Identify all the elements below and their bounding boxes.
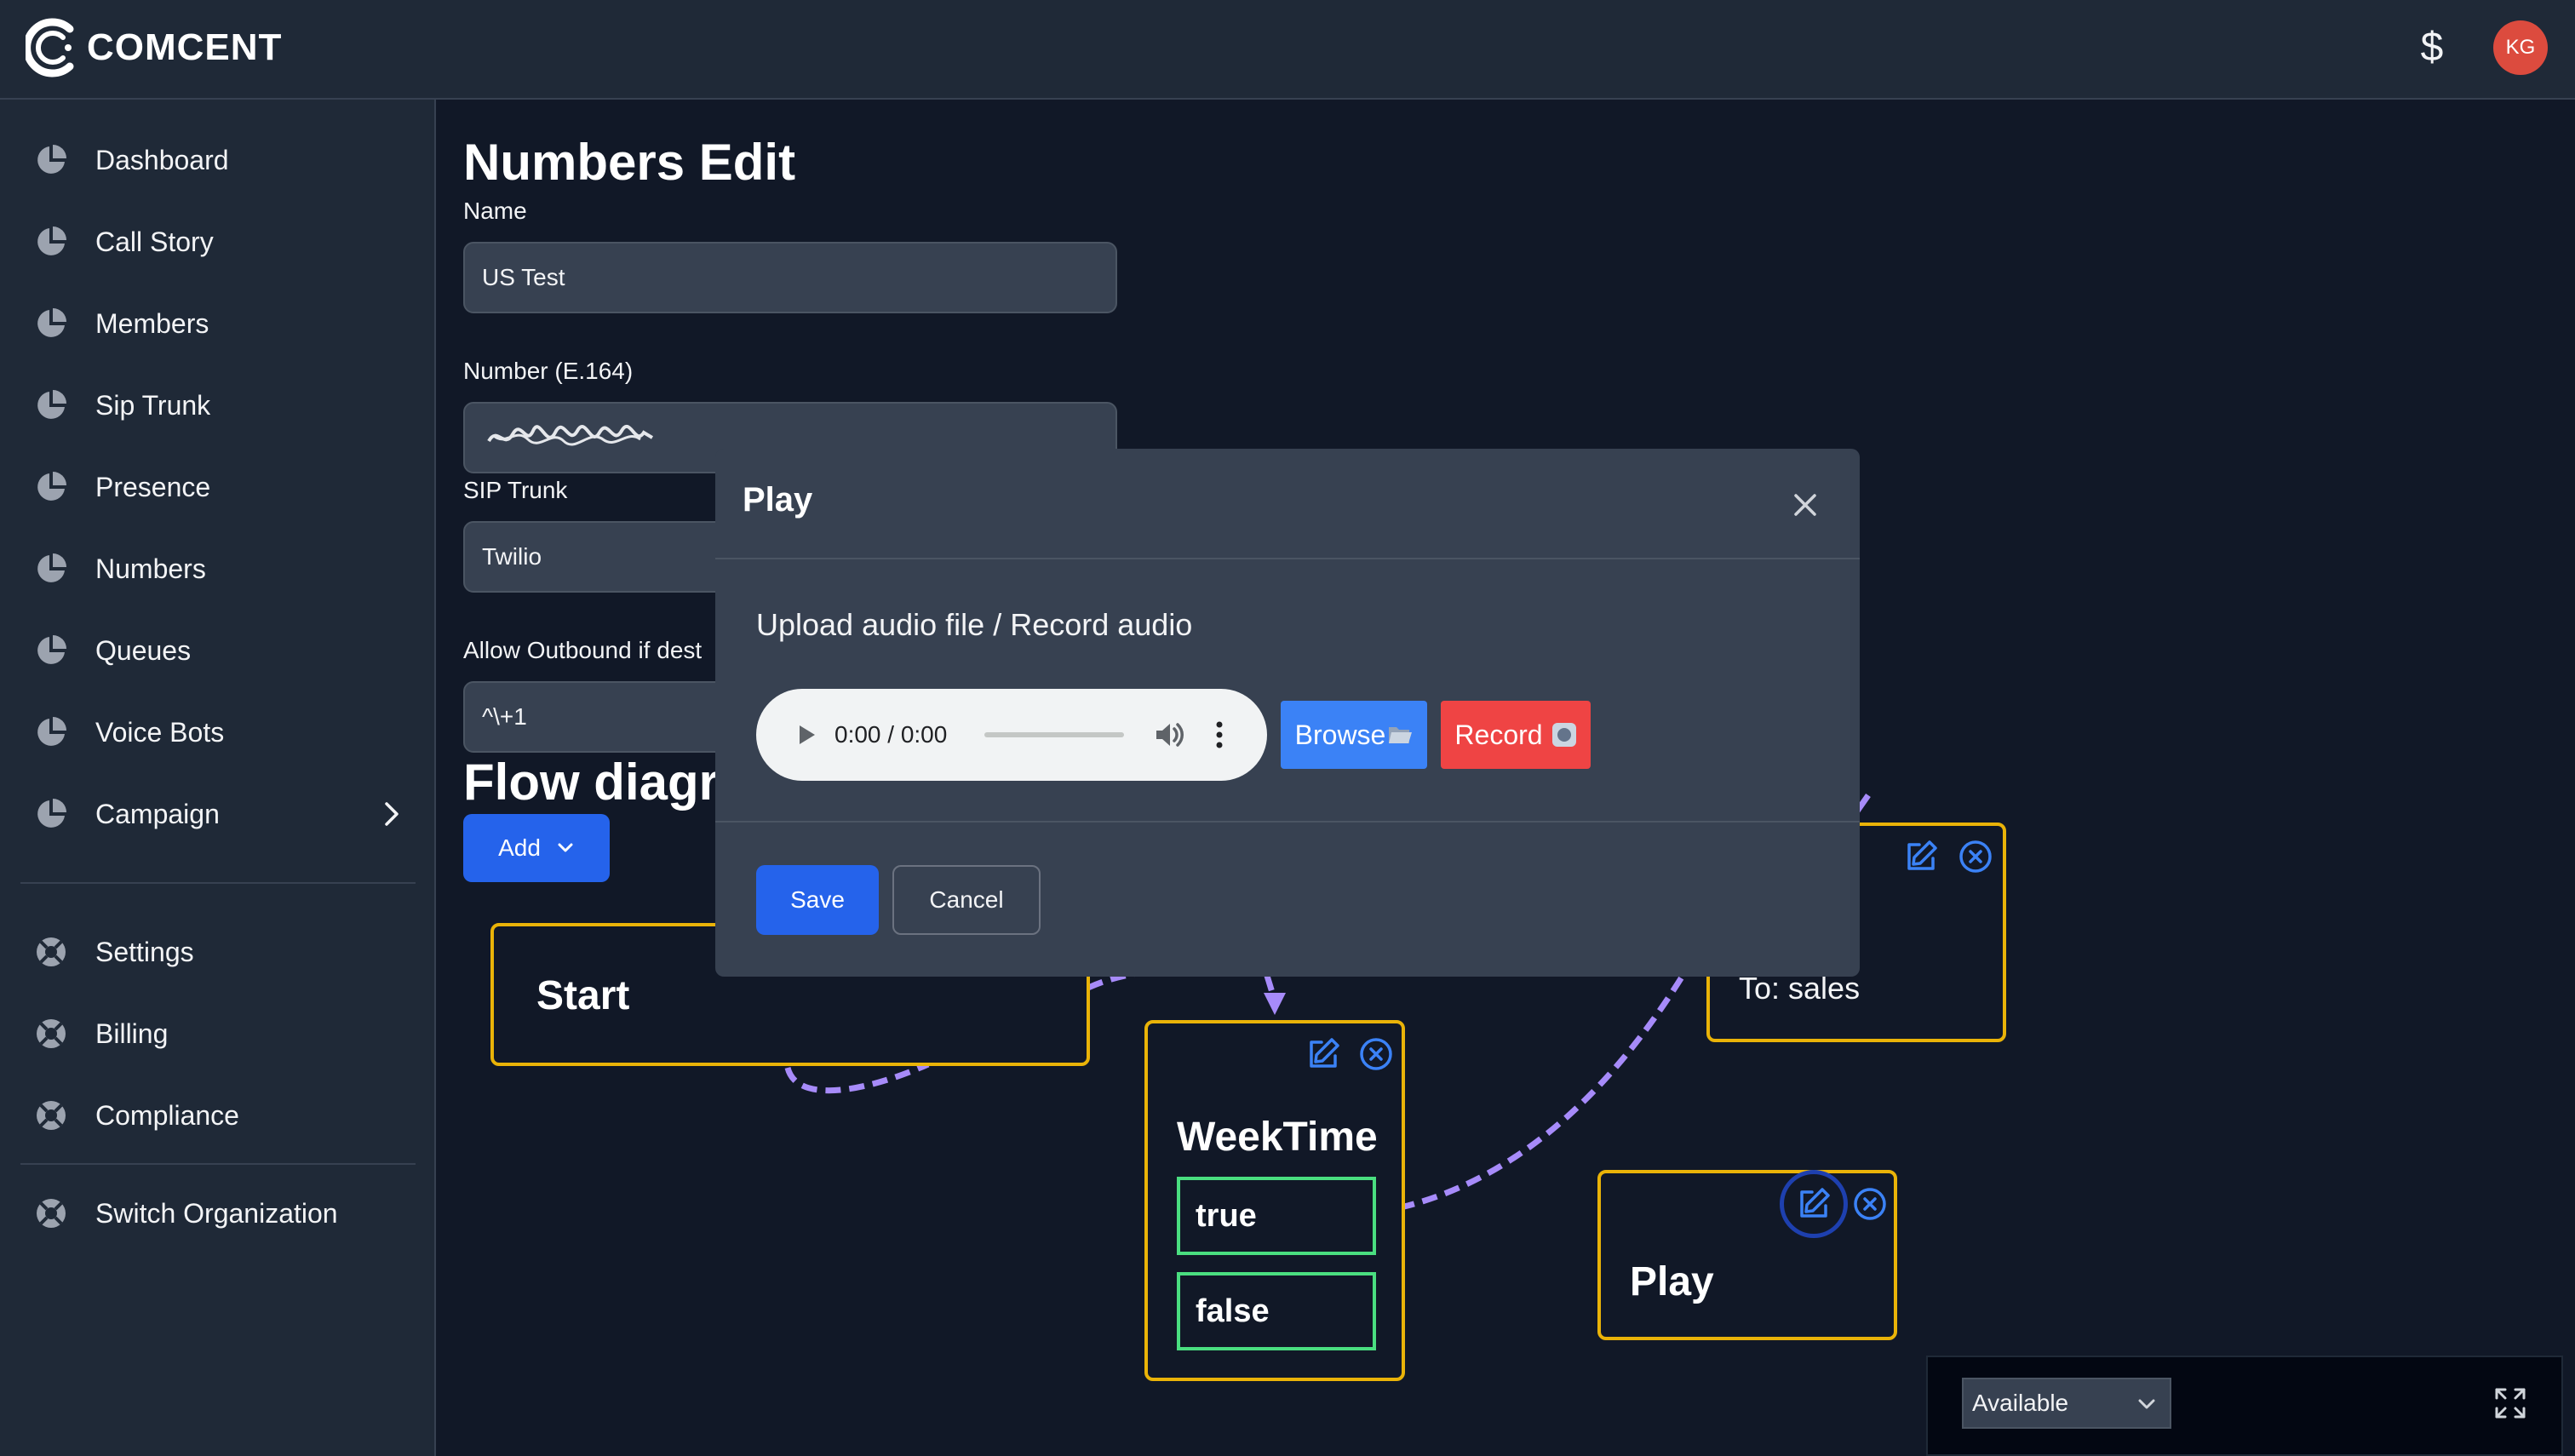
sidebar-item-call-story[interactable]: Call Story (34, 215, 409, 269)
modal-subtitle: Upload audio file / Record audio (756, 607, 1193, 642)
sip-trunk-label: SIP Trunk (463, 477, 568, 503)
agent-status-panel: Available (1926, 1356, 2563, 1456)
availability-select[interactable]: Available (1962, 1378, 2171, 1429)
sidebar-item-label: Switch Organization (95, 1197, 338, 1229)
browse-button-label: Browse (1294, 719, 1386, 750)
sidebar-item-queues[interactable]: Queues (34, 623, 409, 678)
redacted-number-scribble (487, 424, 654, 446)
sidebar-item-label: Call Story (95, 226, 214, 257)
sidebar-item-label: Sip Trunk (95, 389, 211, 421)
audio-seek-bar[interactable] (984, 732, 1124, 737)
expand-icon[interactable] (2493, 1386, 2527, 1420)
sidebar-item-voice-bots[interactable]: Voice Bots (34, 705, 409, 760)
pie-chart-icon (37, 145, 66, 174)
sidebar-item-label: Billing (95, 1017, 169, 1049)
browse-button[interactable]: Browse (1281, 701, 1427, 769)
sidebar-item-sip-trunk[interactable]: Sip Trunk (34, 378, 409, 433)
sidebar-item-presence[interactable]: Presence (34, 460, 409, 514)
dollar-icon[interactable]: $ (2415, 20, 2449, 75)
pie-chart-icon (37, 226, 66, 255)
record-button[interactable]: Record (1441, 701, 1591, 769)
lifebuoy-icon (37, 1019, 66, 1048)
node-title: WeekTime (1177, 1115, 1378, 1160)
sidebar-item-members[interactable]: Members (34, 296, 409, 351)
avatar[interactable]: KG (2493, 20, 2548, 75)
pie-chart-icon (37, 799, 66, 828)
close-icon[interactable] (1788, 488, 1822, 522)
sidebar-item-label: Dashboard (95, 144, 229, 175)
flow-node-play[interactable]: Play (1597, 1170, 1897, 1340)
sidebar-item-dashboard[interactable]: Dashboard (34, 133, 409, 187)
node-title: Start (536, 973, 630, 1018)
sidebar-item-label: Campaign (95, 798, 220, 829)
close-circle-icon[interactable] (1957, 838, 1994, 875)
sidebar-item-label: Compliance (95, 1099, 239, 1131)
sidebar: Dashboard Call Story Members Sip Trunk P… (0, 100, 436, 1456)
brand-name: COMCENT (87, 26, 283, 68)
chevron-down-icon (558, 843, 573, 852)
sidebar-item-label: Presence (95, 471, 211, 502)
edit-icon[interactable] (1305, 1035, 1342, 1073)
sidebar-item-label: Settings (95, 936, 194, 967)
chevron-down-icon (2138, 1399, 2155, 1409)
chevron-right-icon (385, 802, 399, 826)
sidebar-item-settings[interactable]: Settings (34, 925, 409, 979)
sidebar-item-label: Numbers (95, 553, 206, 584)
sidebar-divider (20, 882, 416, 884)
audio-player: 0:00 / 0:00 (756, 689, 1267, 781)
record-icon (1551, 723, 1576, 747)
sidebar-item-campaign[interactable]: Campaign (34, 787, 409, 841)
play-icon[interactable] (790, 719, 821, 750)
add-node-button[interactable]: Add (463, 814, 610, 882)
audio-time: 0:00 / 0:00 (834, 721, 948, 748)
edit-icon[interactable] (1902, 838, 1940, 875)
node-title: Play (1630, 1259, 1714, 1304)
name-label: Name (463, 198, 527, 224)
sidebar-item-billing[interactable]: Billing (34, 1006, 409, 1061)
sidebar-item-label: Voice Bots (95, 716, 225, 748)
pie-chart-icon (37, 472, 66, 501)
volume-icon[interactable] (1150, 716, 1187, 754)
sidebar-item-compliance[interactable]: Compliance (34, 1088, 409, 1143)
lifebuoy-icon (37, 1199, 66, 1228)
flow-node-weektime[interactable]: WeekTime true false (1144, 1020, 1405, 1381)
sidebar-item-label: Queues (95, 634, 192, 666)
lifebuoy-icon (37, 937, 66, 966)
pie-chart-icon (37, 635, 66, 664)
top-bar: COMCENT $ KG (0, 0, 2575, 100)
number-label: Number (E.164) (463, 358, 634, 384)
lifebuoy-icon (37, 1101, 66, 1130)
logo[interactable]: COMCENT (26, 15, 282, 80)
modal-title: Play (743, 481, 813, 519)
more-vertical-icon[interactable] (1211, 716, 1228, 754)
page-title: Numbers Edit (463, 134, 796, 191)
close-circle-icon[interactable] (1851, 1185, 1889, 1223)
pie-chart-icon (37, 553, 66, 582)
save-button[interactable]: Save (756, 865, 879, 935)
flow-diagram-title: Flow diagra (463, 754, 748, 811)
record-button-label: Record (1454, 719, 1543, 750)
add-button-label: Add (498, 834, 541, 861)
pie-chart-icon (37, 308, 66, 337)
outbound-label: Allow Outbound if dest (463, 637, 703, 663)
sidebar-divider (20, 1163, 416, 1165)
name-input[interactable]: US Test (463, 242, 1117, 313)
branch-false[interactable]: false (1177, 1272, 1376, 1350)
modal-divider (715, 821, 1860, 823)
availability-value: Available (1972, 1390, 2069, 1416)
sidebar-item-label: Members (95, 307, 209, 339)
cancel-button[interactable]: Cancel (892, 865, 1041, 935)
pie-chart-icon (37, 390, 66, 419)
folder-icon (1389, 727, 1413, 743)
edit-icon[interactable] (1795, 1185, 1832, 1223)
branch-true[interactable]: true (1177, 1177, 1376, 1255)
close-circle-icon[interactable] (1357, 1035, 1395, 1073)
sidebar-item-numbers[interactable]: Numbers (34, 542, 409, 596)
comcent-logo-icon (26, 18, 74, 77)
modal-header: Play (715, 449, 1860, 559)
sidebar-item-switch-organization[interactable]: Switch Organization (34, 1186, 409, 1241)
play-modal: Play Upload audio file / Record audio 0:… (715, 449, 1860, 977)
pie-chart-icon (37, 717, 66, 746)
